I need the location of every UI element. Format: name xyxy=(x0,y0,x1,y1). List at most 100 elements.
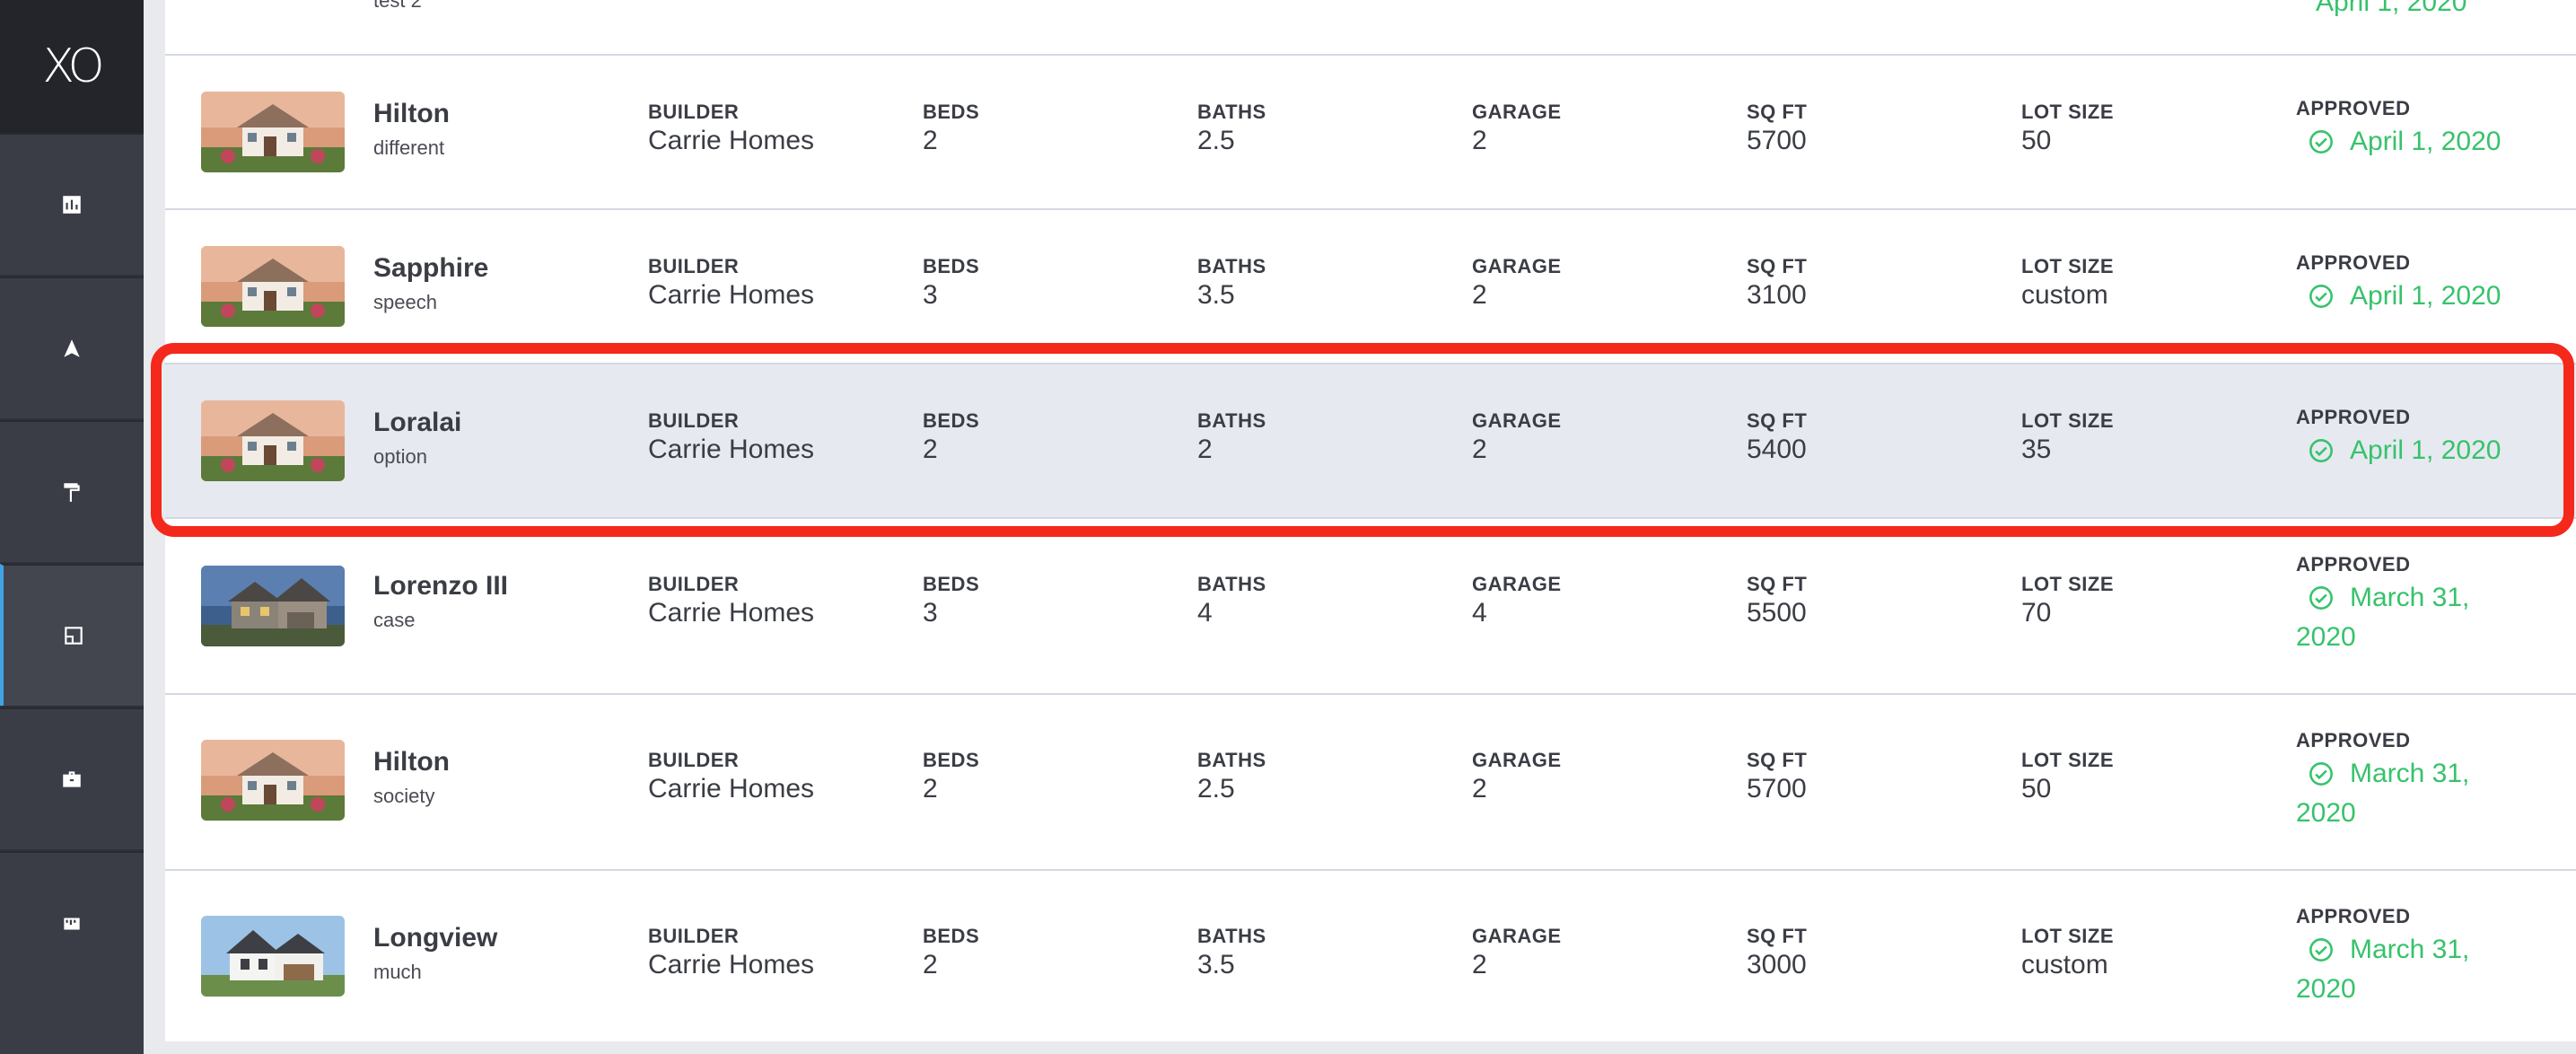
app-logo[interactable]: XO xyxy=(0,0,144,133)
lot-value: 70 xyxy=(2021,598,2052,628)
approved-date: April 1, 2020 xyxy=(2350,435,2502,465)
sidebar-item-measure[interactable] xyxy=(0,851,144,1054)
garage-cell: GARAGE 2 xyxy=(1472,749,1562,804)
floor-plan-icon xyxy=(65,627,83,645)
plan-name[interactable]: Sapphire xyxy=(373,253,488,284)
beds-value: 2 xyxy=(923,126,938,155)
check-circle-icon xyxy=(2309,439,2333,462)
lot-value: 50 xyxy=(2021,126,2052,155)
approved-status: April 1, 2020 xyxy=(2296,431,2520,470)
garage-label: GARAGE xyxy=(1472,255,1562,277)
plan-subtitle: society xyxy=(373,785,435,807)
sqft-cell: SQ FT 5500 xyxy=(1747,573,1807,628)
plan-thumbnail[interactable] xyxy=(201,246,345,327)
baths-cell: BATHS 4 xyxy=(1197,573,1266,628)
check-circle-icon xyxy=(2309,285,2333,308)
sqft-cell: SQ FT 5700 xyxy=(1747,749,1807,804)
bar-chart-icon xyxy=(63,196,81,214)
sqft-value: 5500 xyxy=(1747,598,1807,628)
beds-value: 2 xyxy=(923,774,938,804)
sidebar-item-sales[interactable] xyxy=(0,707,144,849)
approved-date: April 1, 2020 xyxy=(2316,0,2467,17)
approved-label: APPROVED xyxy=(2296,553,2411,575)
sqft-label: SQ FT xyxy=(1747,925,1808,947)
approved-cell: APPROVED March 31, 2020 xyxy=(2296,553,2520,657)
baths-cell: BATHS 2 xyxy=(1197,409,1266,465)
beds-value: 2 xyxy=(923,435,938,464)
sidebar-item-analytics[interactable] xyxy=(0,133,144,275)
sqft-value: 5700 xyxy=(1747,774,1807,804)
baths-cell: BATHS 2.5 xyxy=(1197,101,1266,156)
sqft-label: SQ FT xyxy=(1747,101,1808,123)
table-row[interactable]: Lorenzo III case BUILDER Carrie Homes BED… xyxy=(165,519,2576,695)
plan-name[interactable]: Loralai xyxy=(373,408,461,438)
approved-status: April 1, 2020 xyxy=(2296,122,2520,162)
plan-name[interactable]: Hilton xyxy=(373,747,450,777)
plan-thumbnail[interactable] xyxy=(201,740,345,821)
baths-label: BATHS xyxy=(1197,925,1266,947)
plan-name[interactable]: Longview xyxy=(373,923,497,953)
beds-label: BEDS xyxy=(923,101,980,123)
sidebar-item-design[interactable] xyxy=(0,420,144,562)
beds-label: BEDS xyxy=(923,925,980,947)
table-row[interactable]: Hilton society BUILDER Carrie Homes BEDS 2… xyxy=(165,695,2576,871)
builder-cell: BUILDER Carrie Homes xyxy=(648,255,814,311)
approved-date: April 1, 2020 xyxy=(2350,281,2502,311)
table-row[interactable]: Hilton different BUILDER Carrie Homes BED… xyxy=(165,56,2576,210)
baths-label: BATHS xyxy=(1197,101,1266,123)
plan-thumbnail[interactable] xyxy=(201,566,345,646)
sqft-value: 3000 xyxy=(1747,950,1807,979)
approved-status: March 31, 2020 xyxy=(2296,578,2520,657)
table-row[interactable]: Longview much BUILDER Carrie Homes BEDS 2 … xyxy=(165,871,2576,1041)
plan-thumbnail[interactable] xyxy=(201,400,345,481)
approved-date-year: 2020 xyxy=(2296,798,2356,828)
briefcase-icon xyxy=(63,771,81,787)
approved-label: APPROVED xyxy=(2296,905,2411,927)
table-row-partial[interactable]: test 2 April 1, 2020 xyxy=(165,0,2576,56)
builder-value: Carrie Homes xyxy=(648,435,815,464)
baths-label: BATHS xyxy=(1197,749,1266,771)
sidebar-item-plans[interactable] xyxy=(0,564,144,706)
garage-cell: GARAGE 2 xyxy=(1472,255,1562,311)
garage-value: 2 xyxy=(1472,950,1487,979)
lot-value: 50 xyxy=(2021,774,2052,804)
garage-label: GARAGE xyxy=(1472,409,1562,432)
beds-value: 3 xyxy=(923,280,938,310)
baths-value: 3.5 xyxy=(1197,280,1235,310)
baths-value: 4 xyxy=(1197,598,1213,628)
builder-cell: BUILDER Carrie Homes xyxy=(648,573,814,628)
plan-name[interactable]: Hilton xyxy=(373,99,450,129)
check-circle-icon xyxy=(2309,762,2333,786)
approved-date-year: 2020 xyxy=(2296,622,2356,652)
check-circle-icon xyxy=(2309,130,2333,154)
sidebar-item-navigation[interactable] xyxy=(0,277,144,418)
lot-label: LOT SIZE xyxy=(2021,255,2114,277)
plans-list: test 2 April 1, 2020 Hilton different BU… xyxy=(165,0,2576,1041)
check-circle-icon xyxy=(2309,938,2333,962)
plan-thumbnail[interactable] xyxy=(201,916,345,997)
builder-cell: BUILDER Carrie Homes xyxy=(648,749,814,804)
lot-cell: LOT SIZE 50 xyxy=(2021,749,2114,804)
plan-thumbnail[interactable] xyxy=(201,92,345,172)
beds-cell: BEDS 3 xyxy=(923,255,979,311)
sqft-cell: SQ FT 5400 xyxy=(1747,409,1807,465)
approved-cell: APPROVED April 1, 2020 xyxy=(2296,406,2520,470)
approved-date: April 1, 2020 xyxy=(2350,127,2502,156)
table-row-selected[interactable]: Loralai option BUILDER Carrie Homes BEDS 2… xyxy=(165,365,2576,519)
table-row[interactable]: Sapphire speech BUILDER Carrie Homes BEDS… xyxy=(165,210,2576,365)
garage-cell: GARAGE 2 xyxy=(1472,101,1562,156)
approved-label: APPROVED xyxy=(2296,729,2411,751)
beds-value: 2 xyxy=(923,950,938,979)
baths-value: 2.5 xyxy=(1197,774,1235,804)
baths-value: 2 xyxy=(1197,435,1213,464)
lot-cell: LOT SIZE 35 xyxy=(2021,409,2114,465)
plan-subtitle: speech xyxy=(373,291,437,313)
check-circle-icon xyxy=(2309,586,2333,610)
garage-label: GARAGE xyxy=(1472,925,1562,947)
plan-name[interactable]: Lorenzo III xyxy=(373,571,508,602)
sqft-label: SQ FT xyxy=(1747,573,1808,595)
baths-label: BATHS xyxy=(1197,255,1266,277)
garage-cell: GARAGE 2 xyxy=(1472,409,1562,465)
approved-cell: APPROVED April 1, 2020 xyxy=(2296,251,2520,316)
plan-subtitle: test 2 xyxy=(373,0,422,12)
